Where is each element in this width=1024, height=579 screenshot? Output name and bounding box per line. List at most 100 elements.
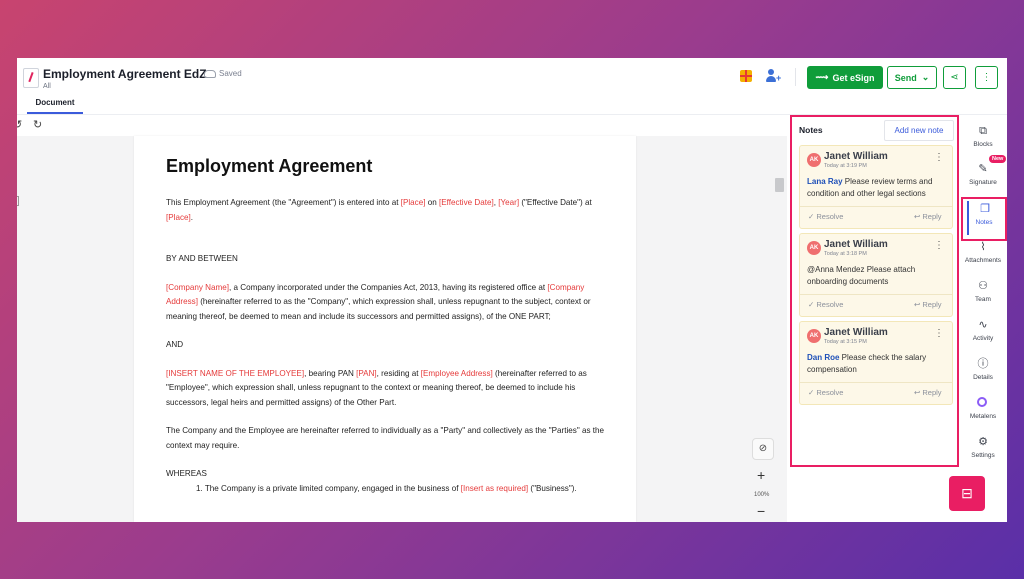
reply-button[interactable]: ↩ Reply <box>914 300 942 309</box>
more-vertical-icon[interactable]: ⋮ <box>934 152 944 163</box>
editor-toolbar: ↺ ↻ <box>17 115 787 135</box>
note-divider <box>800 294 952 295</box>
more-vertical-icon[interactable]: ⋮ <box>934 328 944 339</box>
resolve-button[interactable]: ✓ Resolve <box>808 212 843 221</box>
app-window: Employment Agreement EdZ All Saved + ⟿ Ge… <box>17 58 1007 522</box>
sidebar-item-activity[interactable]: ∿ Activity <box>959 315 1007 351</box>
placeholder-field: [Company Name] <box>166 282 229 292</box>
paperclip-icon: ⌇ <box>980 241 986 253</box>
document-canvas: Employment Agreement This Employment Agr… <box>17 136 787 522</box>
active-indicator <box>967 201 969 235</box>
sidebar-label: Team <box>975 296 991 303</box>
and-paragraph: AND <box>166 340 184 349</box>
note-timestamp: Today at 3:19 PM <box>824 163 867 169</box>
whereas-item-1: 1. The Company is a private limited comp… <box>196 483 577 493</box>
zoom-level: 100% <box>754 492 770 498</box>
sidebar-label: Signature <box>969 179 997 186</box>
sidebar-label: Settings <box>971 452 995 459</box>
sidebar-item-team[interactable]: ⚇ Team <box>959 276 1007 312</box>
intro-paragraph: This Employment Agreement (the "Agreemen… <box>166 198 592 222</box>
placeholder-field: [Insert as required] <box>460 483 529 493</box>
right-sidebar: ⧉ Blocks New ✎ Signature ❐ Notes ⌇ Attac… <box>959 115 1007 522</box>
sidebar-item-metalens[interactable]: Metalens <box>959 393 1007 429</box>
note-timestamp: Today at 3:15 PM <box>824 339 867 345</box>
chat-icon: ⊟ <box>961 485 973 501</box>
gift-icon[interactable] <box>740 70 752 82</box>
placeholder-field: [Place] <box>400 198 426 207</box>
sidebar-item-attachments[interactable]: ⌇ Attachments <box>959 237 1007 273</box>
metalens-icon <box>977 397 987 407</box>
document-icon <box>23 68 39 88</box>
sidebar-label: Notes <box>975 219 993 226</box>
undo-icon[interactable]: ↺ <box>17 120 22 131</box>
sidebar-label: Activity <box>972 335 994 342</box>
zoom-in-button[interactable]: + <box>757 467 765 483</box>
tab-bar: Document <box>17 94 1007 115</box>
more-vertical-icon[interactable]: ⋮ <box>934 240 944 251</box>
note-card[interactable]: AK Janet William Today at 3:19 PM ⋮ Lana… <box>799 145 953 229</box>
redo-icon[interactable]: ↻ <box>33 120 42 131</box>
avatar: AK <box>807 153 821 167</box>
sidebar-label: Details <box>973 374 993 381</box>
info-icon: ⓘ <box>977 358 989 370</box>
sidebar-label: Metalens <box>969 413 997 420</box>
note-card[interactable]: AK Janet William Today at 3:15 PM ⋮ Dan … <box>799 321 953 405</box>
more-vertical-icon: ⋮ <box>981 72 992 83</box>
sidebar-item-details[interactable]: ⓘ Details <box>959 354 1007 390</box>
note-author: Janet William <box>824 151 888 162</box>
avatar: AK <box>807 329 821 343</box>
share-button[interactable]: ⋖ <box>943 66 966 89</box>
more-button[interactable]: ⋮ <box>975 66 998 89</box>
signature-icon: ⟿ <box>815 72 829 82</box>
mention[interactable]: Dan Roe <box>807 353 839 362</box>
whereas-heading: WHEREAS <box>166 469 207 478</box>
tab-document[interactable]: Document <box>27 94 83 114</box>
note-author: Janet William <box>824 239 888 250</box>
get-esign-button[interactable]: ⟿ Get eSign <box>807 66 883 89</box>
send-button[interactable]: Send ⌄ <box>887 66 937 89</box>
note-text: Lana Ray Please review terms and conditi… <box>807 177 933 198</box>
company-paragraph: [Company Name], a Company incorporated u… <box>166 282 591 321</box>
send-label: Send <box>894 72 917 83</box>
scrollbar-thumb[interactable] <box>775 178 784 192</box>
sidebar-item-settings[interactable]: ⚙ Settings <box>959 432 1007 468</box>
note-timestamp: Today at 3:18 PM <box>824 251 867 257</box>
sidebar-label: Attachments <box>964 257 1002 264</box>
activity-icon: ∿ <box>978 319 988 331</box>
placeholder-field: [Place] <box>166 212 191 222</box>
reply-button[interactable]: ↩ Reply <box>914 388 942 397</box>
saved-status: Saved <box>204 69 242 78</box>
placeholder-field: [INSERT NAME OF THE EMPLOYEE] <box>166 368 305 378</box>
document-page[interactable]: Employment Agreement This Employment Agr… <box>134 136 636 522</box>
employee-paragraph: [INSERT NAME OF THE EMPLOYEE], bearing P… <box>166 368 587 407</box>
share-icon: ⋖ <box>950 72 959 83</box>
sidebar-item-signature[interactable]: New ✎ Signature <box>959 155 1007 195</box>
document-body: This Employment Agreement (the "Agreemen… <box>166 196 611 496</box>
placeholder-field: [Year] <box>498 198 520 207</box>
note-text: @Anna Mendez Please attach onboarding do… <box>807 265 916 286</box>
notes-icon: ❐ <box>980 203 990 215</box>
document-folder: All <box>43 83 51 90</box>
signature-rail-icon: ✎ <box>978 163 988 175</box>
chat-button[interactable]: ⊟ <box>949 476 985 511</box>
sidebar-item-blocks[interactable]: ⧉ Blocks <box>959 121 1007 157</box>
document-heading: Employment Agreement <box>166 156 373 176</box>
note-text: Dan Roe Please check the salary compensa… <box>807 353 927 374</box>
add-user-icon[interactable]: + <box>765 68 781 84</box>
mention[interactable]: Lana Ray <box>807 177 843 186</box>
notes-panel: Notes Add new note AK Janet William Toda… <box>790 115 959 467</box>
avatar: AK <box>807 241 821 255</box>
sidebar-item-notes[interactable]: ❐ Notes <box>961 197 1007 241</box>
note-card[interactable]: AK Janet William Today at 3:18 PM ⋮ @Ann… <box>799 233 953 317</box>
document-title[interactable]: Employment Agreement EdZ <box>43 67 207 81</box>
reply-button[interactable]: ↩ Reply <box>914 212 942 221</box>
zoom-out-button[interactable]: − <box>757 503 765 519</box>
resolve-button[interactable]: ✓ Resolve <box>808 388 843 397</box>
hide-highlights-icon[interactable]: ⊘ <box>752 438 774 460</box>
header-divider <box>795 68 796 86</box>
add-new-note-button[interactable]: Add new note <box>884 120 954 141</box>
new-badge: New <box>989 155 1007 163</box>
placeholder-field: [Employee Address] <box>420 368 493 378</box>
blocks-icon: ⧉ <box>979 125 987 137</box>
resolve-button[interactable]: ✓ Resolve <box>808 300 843 309</box>
